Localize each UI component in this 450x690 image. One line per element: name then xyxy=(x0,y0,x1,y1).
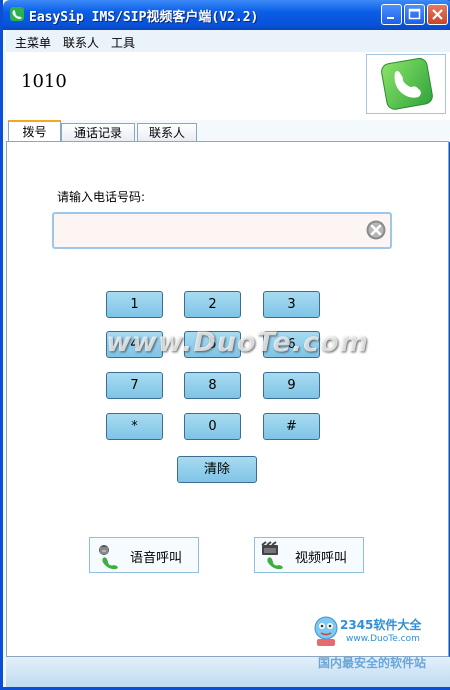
close-icon xyxy=(432,9,443,20)
header: 1010 xyxy=(6,52,450,120)
phone-icon xyxy=(381,57,433,110)
phone-number-input[interactable] xyxy=(52,212,392,249)
phone-logo xyxy=(366,54,446,114)
tab-dial[interactable]: 拨号 xyxy=(8,120,61,142)
user-number: 1010 xyxy=(21,71,67,92)
tab-call-history[interactable]: 通话记录 xyxy=(61,123,135,142)
key-7[interactable]: 7 xyxy=(106,372,163,399)
key-8[interactable]: 8 xyxy=(184,372,241,399)
mascot-icon xyxy=(314,616,338,646)
video-call-button[interactable]: 视频呼叫 xyxy=(254,537,364,573)
menu-bar: 主菜单 联系人 工具 xyxy=(6,30,450,52)
key-star[interactable]: * xyxy=(106,413,163,440)
voice-call-label: 语音呼叫 xyxy=(130,551,183,566)
tab-contacts[interactable]: 联系人 xyxy=(137,123,197,142)
clear-button[interactable]: 清除 xyxy=(177,456,257,483)
badge-brand: 2345软件大全 xyxy=(340,618,422,632)
app-logo-icon xyxy=(10,7,24,21)
menu-tools[interactable]: 工具 xyxy=(111,34,135,51)
voice-call-icon xyxy=(99,545,118,570)
video-call-label: 视频呼叫 xyxy=(295,551,348,566)
key-9[interactable]: 9 xyxy=(263,372,320,399)
phone-number-prompt: 请输入电话号码: xyxy=(57,190,146,204)
badge-url: www.DuoTe.com xyxy=(346,634,420,644)
video-call-icon xyxy=(261,541,283,570)
tab-strip: 拨号 通话记录 联系人 xyxy=(6,120,450,142)
minimize-button[interactable] xyxy=(381,4,402,25)
title-bar[interactable]: EasySip IMS/SIP视频客户端(V2.2) xyxy=(3,0,450,30)
key-hash[interactable]: # xyxy=(263,413,320,440)
maximize-icon xyxy=(408,8,421,20)
site-badge: 2345软件大全 www.DuoTe.com 国内最安全的软件站 xyxy=(310,612,448,672)
watermark-text: www.DuoTe.com xyxy=(106,327,369,358)
maximize-button[interactable] xyxy=(404,4,425,25)
menu-main[interactable]: 主菜单 xyxy=(15,34,51,51)
clear-input-icon[interactable] xyxy=(366,220,386,240)
key-1[interactable]: 1 xyxy=(106,291,163,318)
key-2[interactable]: 2 xyxy=(184,291,241,318)
voice-call-button[interactable]: 语音呼叫 xyxy=(89,537,199,573)
menu-contacts[interactable]: 联系人 xyxy=(63,34,99,51)
key-3[interactable]: 3 xyxy=(263,291,320,318)
close-button[interactable] xyxy=(427,4,448,25)
minimize-icon xyxy=(387,17,394,19)
badge-slogan: 国内最安全的软件站 xyxy=(318,656,427,670)
window-title: EasySip IMS/SIP视频客户端(V2.2) xyxy=(29,10,259,25)
key-0[interactable]: 0 xyxy=(184,413,241,440)
